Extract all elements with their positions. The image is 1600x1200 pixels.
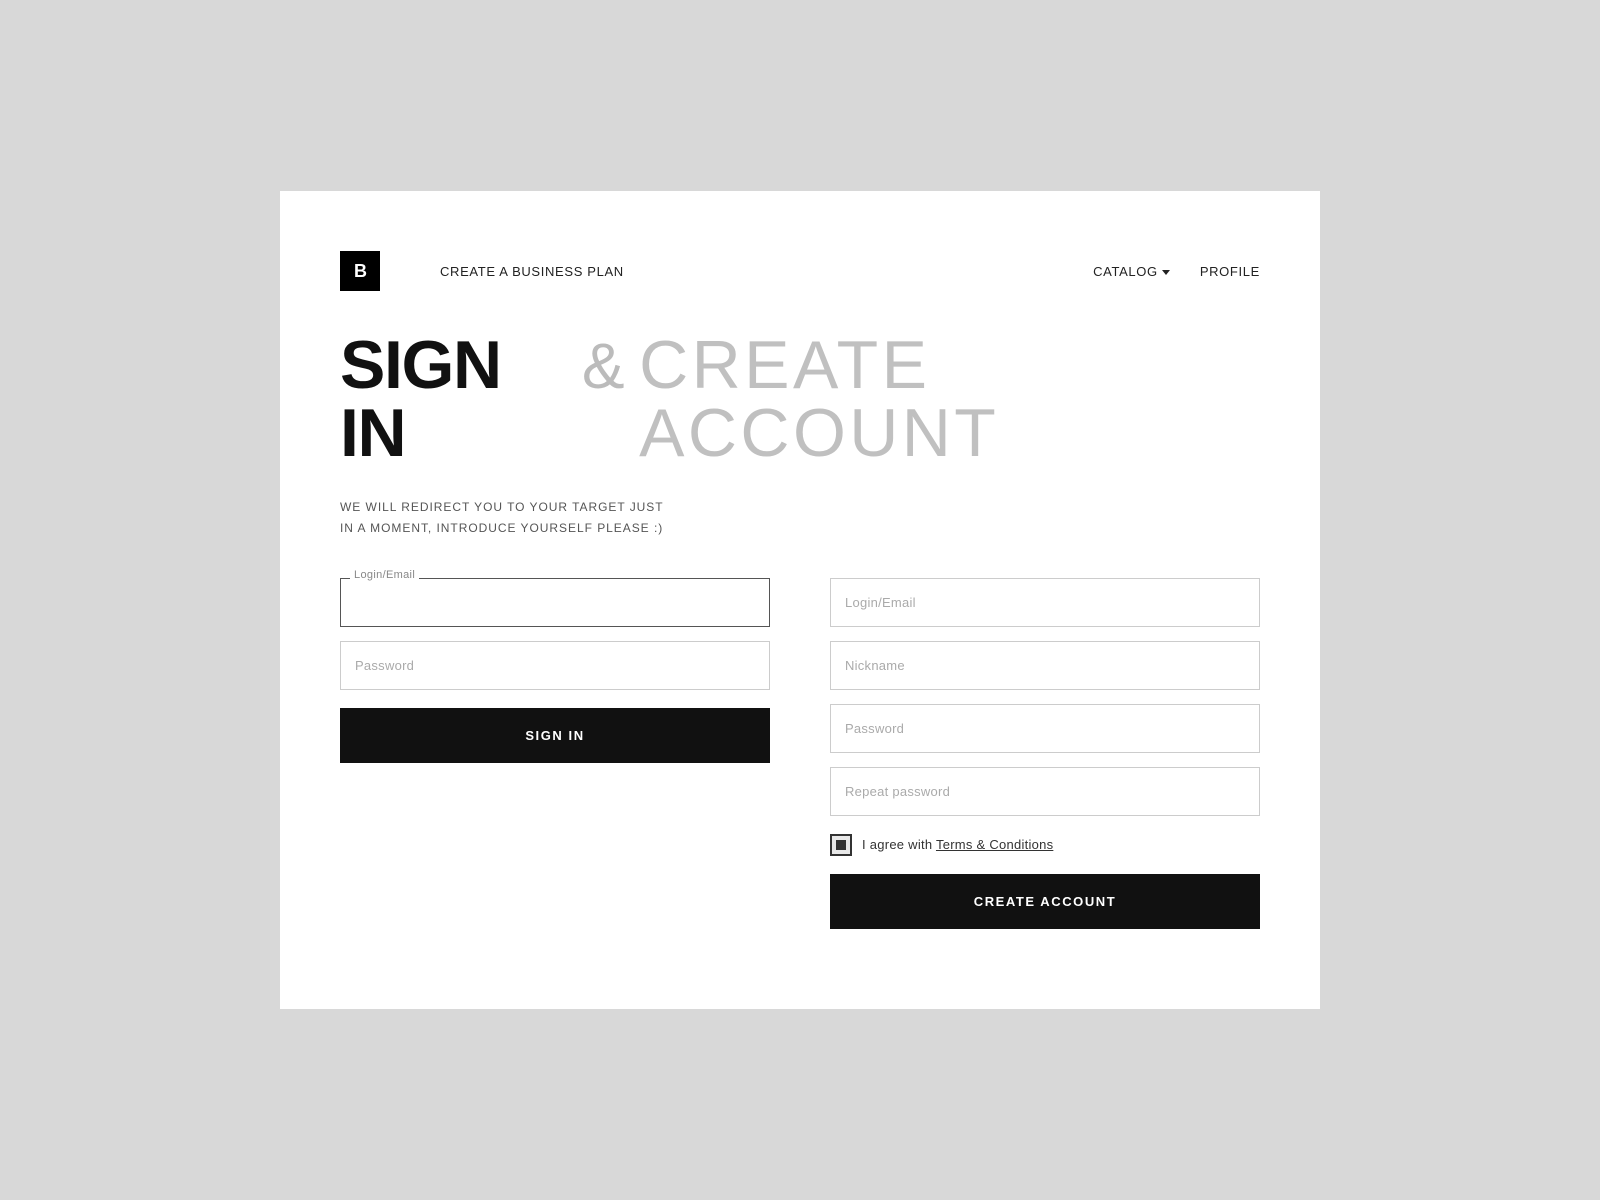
subtitle-line2: IN A MOMENT, INTRODUCE YOURSELF PLEASE :…: [340, 518, 1260, 538]
create-email-input[interactable]: [830, 578, 1260, 627]
terms-checkbox[interactable]: [830, 834, 852, 856]
header-left: B CREATE A BUSINESS PLAN: [340, 251, 624, 291]
title-create-account: CREATE ACCOUNT: [639, 331, 1260, 467]
signin-button[interactable]: SIGN IN: [340, 708, 770, 763]
signin-password-input[interactable]: [340, 641, 770, 690]
create-password-group: [830, 704, 1260, 753]
forms-container: Login/Email SIGN IN: [340, 578, 1260, 929]
nav-profile[interactable]: PROFILE: [1200, 264, 1260, 279]
signin-email-input[interactable]: [340, 578, 770, 627]
title-section: SIGN IN & CREATE ACCOUNT WE WILL REDIREC…: [340, 331, 1260, 538]
page-container: B CREATE A BUSINESS PLAN CATALOG PROFILE…: [280, 191, 1320, 1009]
logo[interactable]: B: [340, 251, 380, 291]
title-signin: SIGN IN: [340, 331, 566, 467]
create-password-input[interactable]: [830, 704, 1260, 753]
subtitle-line1: WE WILL REDIRECT YOU TO YOUR TARGET JUST: [340, 497, 1260, 517]
nav-create-business-plan[interactable]: CREATE A BUSINESS PLAN: [440, 264, 624, 279]
create-nickname-input[interactable]: [830, 641, 1260, 690]
create-repeat-password-group: [830, 767, 1260, 816]
terms-prefix: I agree with: [862, 837, 936, 852]
title-ampersand: &: [582, 334, 623, 398]
terms-text: I agree with Terms & Conditions: [862, 837, 1053, 852]
create-account-button[interactable]: CREATE ACCOUNT: [830, 874, 1260, 929]
subtitle: WE WILL REDIRECT YOU TO YOUR TARGET JUST…: [340, 497, 1260, 538]
header: B CREATE A BUSINESS PLAN CATALOG PROFILE: [340, 231, 1260, 331]
chevron-down-icon: [1162, 270, 1170, 275]
terms-link[interactable]: Terms & Conditions: [936, 837, 1053, 852]
header-right: CATALOG PROFILE: [1093, 264, 1260, 279]
nav-catalog[interactable]: CATALOG: [1093, 264, 1170, 279]
catalog-label: CATALOG: [1093, 264, 1158, 279]
signin-email-label: Login/Email: [350, 569, 419, 581]
create-account-form: I agree with Terms & Conditions CREATE A…: [830, 578, 1260, 929]
create-repeat-password-input[interactable]: [830, 767, 1260, 816]
signin-form-col: Login/Email SIGN IN: [340, 578, 770, 929]
signin-form: Login/Email SIGN IN: [340, 578, 770, 763]
main-title: SIGN IN & CREATE ACCOUNT: [340, 331, 1260, 467]
terms-row: I agree with Terms & Conditions: [830, 834, 1260, 856]
signin-password-group: [340, 641, 770, 690]
create-nickname-group: [830, 641, 1260, 690]
create-form-col: I agree with Terms & Conditions CREATE A…: [830, 578, 1260, 929]
signin-email-group: Login/Email: [340, 578, 770, 627]
create-email-group: [830, 578, 1260, 627]
checkbox-checked-indicator: [836, 840, 846, 850]
